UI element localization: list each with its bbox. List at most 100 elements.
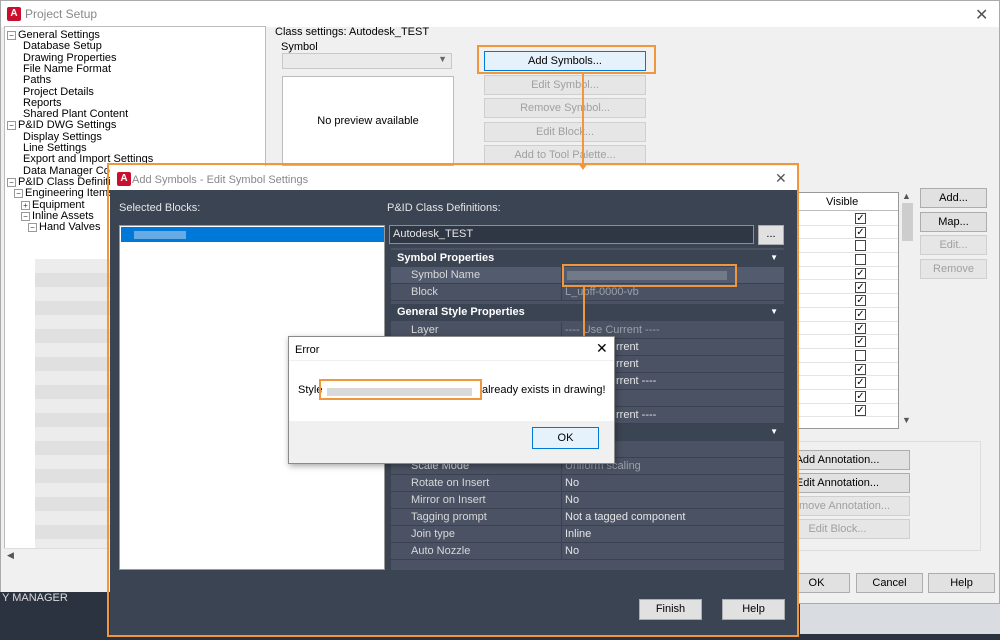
- property-row[interactable]: Auto Nozzle No: [391, 543, 784, 560]
- symbol-label: Symbol: [281, 41, 318, 53]
- edit-symbol-button[interactable]: Edit Symbol...: [484, 75, 646, 95]
- column-divider: [561, 526, 562, 543]
- scroll-left-icon[interactable]: ◀: [7, 550, 14, 561]
- finish-button[interactable]: Finish: [639, 599, 702, 620]
- visible-checkbox[interactable]: ✓: [855, 213, 866, 224]
- tree-item[interactable]: − Inline Assets: [21, 210, 94, 222]
- autocad-logo-icon: A: [7, 7, 21, 21]
- property-name: Layer: [411, 324, 439, 336]
- column-divider: [561, 543, 562, 560]
- tree-item-label: Inline Assets: [32, 209, 94, 222]
- collapse-icon[interactable]: −: [7, 121, 16, 131]
- add-symbols-highlight: [477, 45, 656, 74]
- visible-checkbox[interactable]: ✓: [855, 391, 866, 403]
- class-definition-field[interactable]: Autodesk_TEST: [389, 225, 754, 244]
- visible-checkbox[interactable]: ✓: [855, 363, 866, 375]
- tree-item-label: Equipment: [32, 198, 85, 211]
- tree-item[interactable]: + Equipment: [21, 199, 85, 211]
- property-row[interactable]: Join type Inline: [391, 526, 784, 543]
- tree-item-label: Engineering Items: [25, 187, 114, 200]
- visible-checkbox[interactable]: ✓: [855, 322, 866, 334]
- visible-checkbox[interactable]: ✓: [855, 226, 866, 238]
- visible-checkbox[interactable]: ✓: [855, 336, 866, 348]
- tree-item[interactable]: File Name Format: [23, 63, 111, 75]
- add-button[interactable]: Add...: [920, 188, 987, 208]
- property-name: Tagging prompt: [411, 511, 487, 523]
- edit-block-button[interactable]: Edit Block...: [484, 122, 646, 142]
- collapse-icon[interactable]: ▼: [770, 427, 778, 436]
- grid-row: [796, 239, 898, 254]
- tree-item[interactable]: Reports: [23, 97, 62, 109]
- visible-checkbox[interactable]: ✓: [855, 295, 866, 307]
- grid-row: ✓: [796, 294, 898, 308]
- tree-item-label: Paths: [23, 74, 52, 87]
- cancel-button[interactable]: Cancel: [856, 573, 923, 593]
- collapse-icon[interactable]: −: [21, 211, 30, 221]
- tree-item-label: Drawing Properties: [23, 51, 117, 64]
- connector-arrow: [582, 73, 584, 165]
- collapse-icon[interactable]: −: [7, 31, 16, 40]
- error-message-suffix: already exists in drawing!: [482, 384, 606, 396]
- expand-icon[interactable]: +: [21, 200, 30, 210]
- visible-checkbox[interactable]: [855, 350, 866, 361]
- tree-item[interactable]: Line Settings: [23, 142, 87, 154]
- property-value: rrent ----: [616, 375, 657, 387]
- general-style-category[interactable]: General Style Properties ▼: [391, 304, 784, 321]
- browse-button[interactable]: ...: [758, 225, 784, 245]
- class-settings-label: Class settings: Autodesk_TEST: [275, 26, 430, 38]
- close-icon[interactable]: ✕: [975, 5, 988, 25]
- tree-item[interactable]: Drawing Properties: [23, 52, 117, 64]
- help-button[interactable]: Help: [928, 573, 995, 593]
- window-title: Project Setup: [25, 7, 98, 21]
- property-row[interactable]: Rotate on Insert No: [391, 475, 784, 492]
- tree-item[interactable]: − Engineering Items: [14, 187, 114, 199]
- collapse-icon[interactable]: −: [28, 223, 37, 233]
- property-value: ---- Use Current ----: [565, 324, 660, 336]
- tree-item[interactable]: Project Details: [23, 86, 94, 98]
- visible-column-grid[interactable]: Visible ✓ ✓ ✓ ✓ ✓ ✓ ✓ ✓ ✓ ✓ ✓ ✓: [795, 192, 899, 429]
- visible-checkbox[interactable]: [855, 254, 866, 266]
- tree-item[interactable]: Database Setup: [23, 40, 102, 52]
- remove-symbol-button[interactable]: Remove Symbol...: [484, 98, 646, 118]
- tree-item[interactable]: Shared Plant Content: [23, 108, 128, 120]
- map-button[interactable]: Map...: [920, 212, 987, 232]
- arrowhead-icon: [578, 163, 588, 170]
- visible-checkbox[interactable]: ✓: [855, 377, 866, 389]
- visible-checkbox[interactable]: ✓: [855, 404, 866, 416]
- close-icon[interactable]: ✕: [596, 340, 608, 357]
- manager-palette-strip: Y MANAGER: [0, 592, 110, 606]
- collapse-icon[interactable]: −: [14, 189, 23, 199]
- background-strip: [800, 604, 1000, 634]
- tree-item-label: Line Settings: [23, 142, 87, 154]
- collapse-icon[interactable]: ▼: [770, 253, 778, 262]
- symbol-dropdown[interactable]: ▼: [282, 53, 452, 69]
- edit-button[interactable]: Edit...: [920, 235, 987, 255]
- tree-item[interactable]: Paths: [23, 74, 51, 86]
- property-row[interactable]: Mirror on Insert No: [391, 492, 784, 509]
- scrollbar-thumb[interactable]: [902, 203, 913, 241]
- error-ok-button[interactable]: OK: [532, 427, 599, 449]
- tree-item[interactable]: − P&ID DWG Settings: [7, 119, 116, 131]
- scroll-down-icon[interactable]: ▼: [902, 415, 911, 425]
- visible-checkbox[interactable]: [855, 240, 866, 252]
- selected-block-item[interactable]: [121, 227, 384, 242]
- tree-item[interactable]: − Hand Valves: [28, 221, 101, 233]
- visible-header-label: Visible: [826, 196, 859, 208]
- collapse-icon[interactable]: ▼: [770, 307, 778, 316]
- visible-checkbox[interactable]: ✓: [855, 308, 866, 320]
- tree-item[interactable]: − General Settings: [7, 29, 100, 41]
- collapse-icon[interactable]: −: [7, 177, 16, 187]
- remove-button[interactable]: Remove: [920, 259, 987, 279]
- grid-row: ✓: [796, 363, 898, 377]
- scroll-up-icon[interactable]: ▲: [902, 191, 911, 201]
- property-value: Not a tagged component: [565, 511, 686, 523]
- class-definitions-label: P&ID Class Definitions:: [387, 202, 501, 214]
- close-icon[interactable]: ✕: [775, 170, 787, 187]
- visible-checkbox[interactable]: ✓: [855, 281, 866, 293]
- add-to-tool-palette-button[interactable]: Add to Tool Palette...: [484, 145, 646, 165]
- property-row[interactable]: Tagging prompt Not a tagged component: [391, 509, 784, 526]
- tree-item[interactable]: Display Settings: [23, 131, 102, 143]
- dialog-help-button[interactable]: Help: [722, 599, 785, 620]
- visible-checkbox[interactable]: ✓: [855, 267, 866, 279]
- tree-item-label: Display Settings: [23, 130, 102, 143]
